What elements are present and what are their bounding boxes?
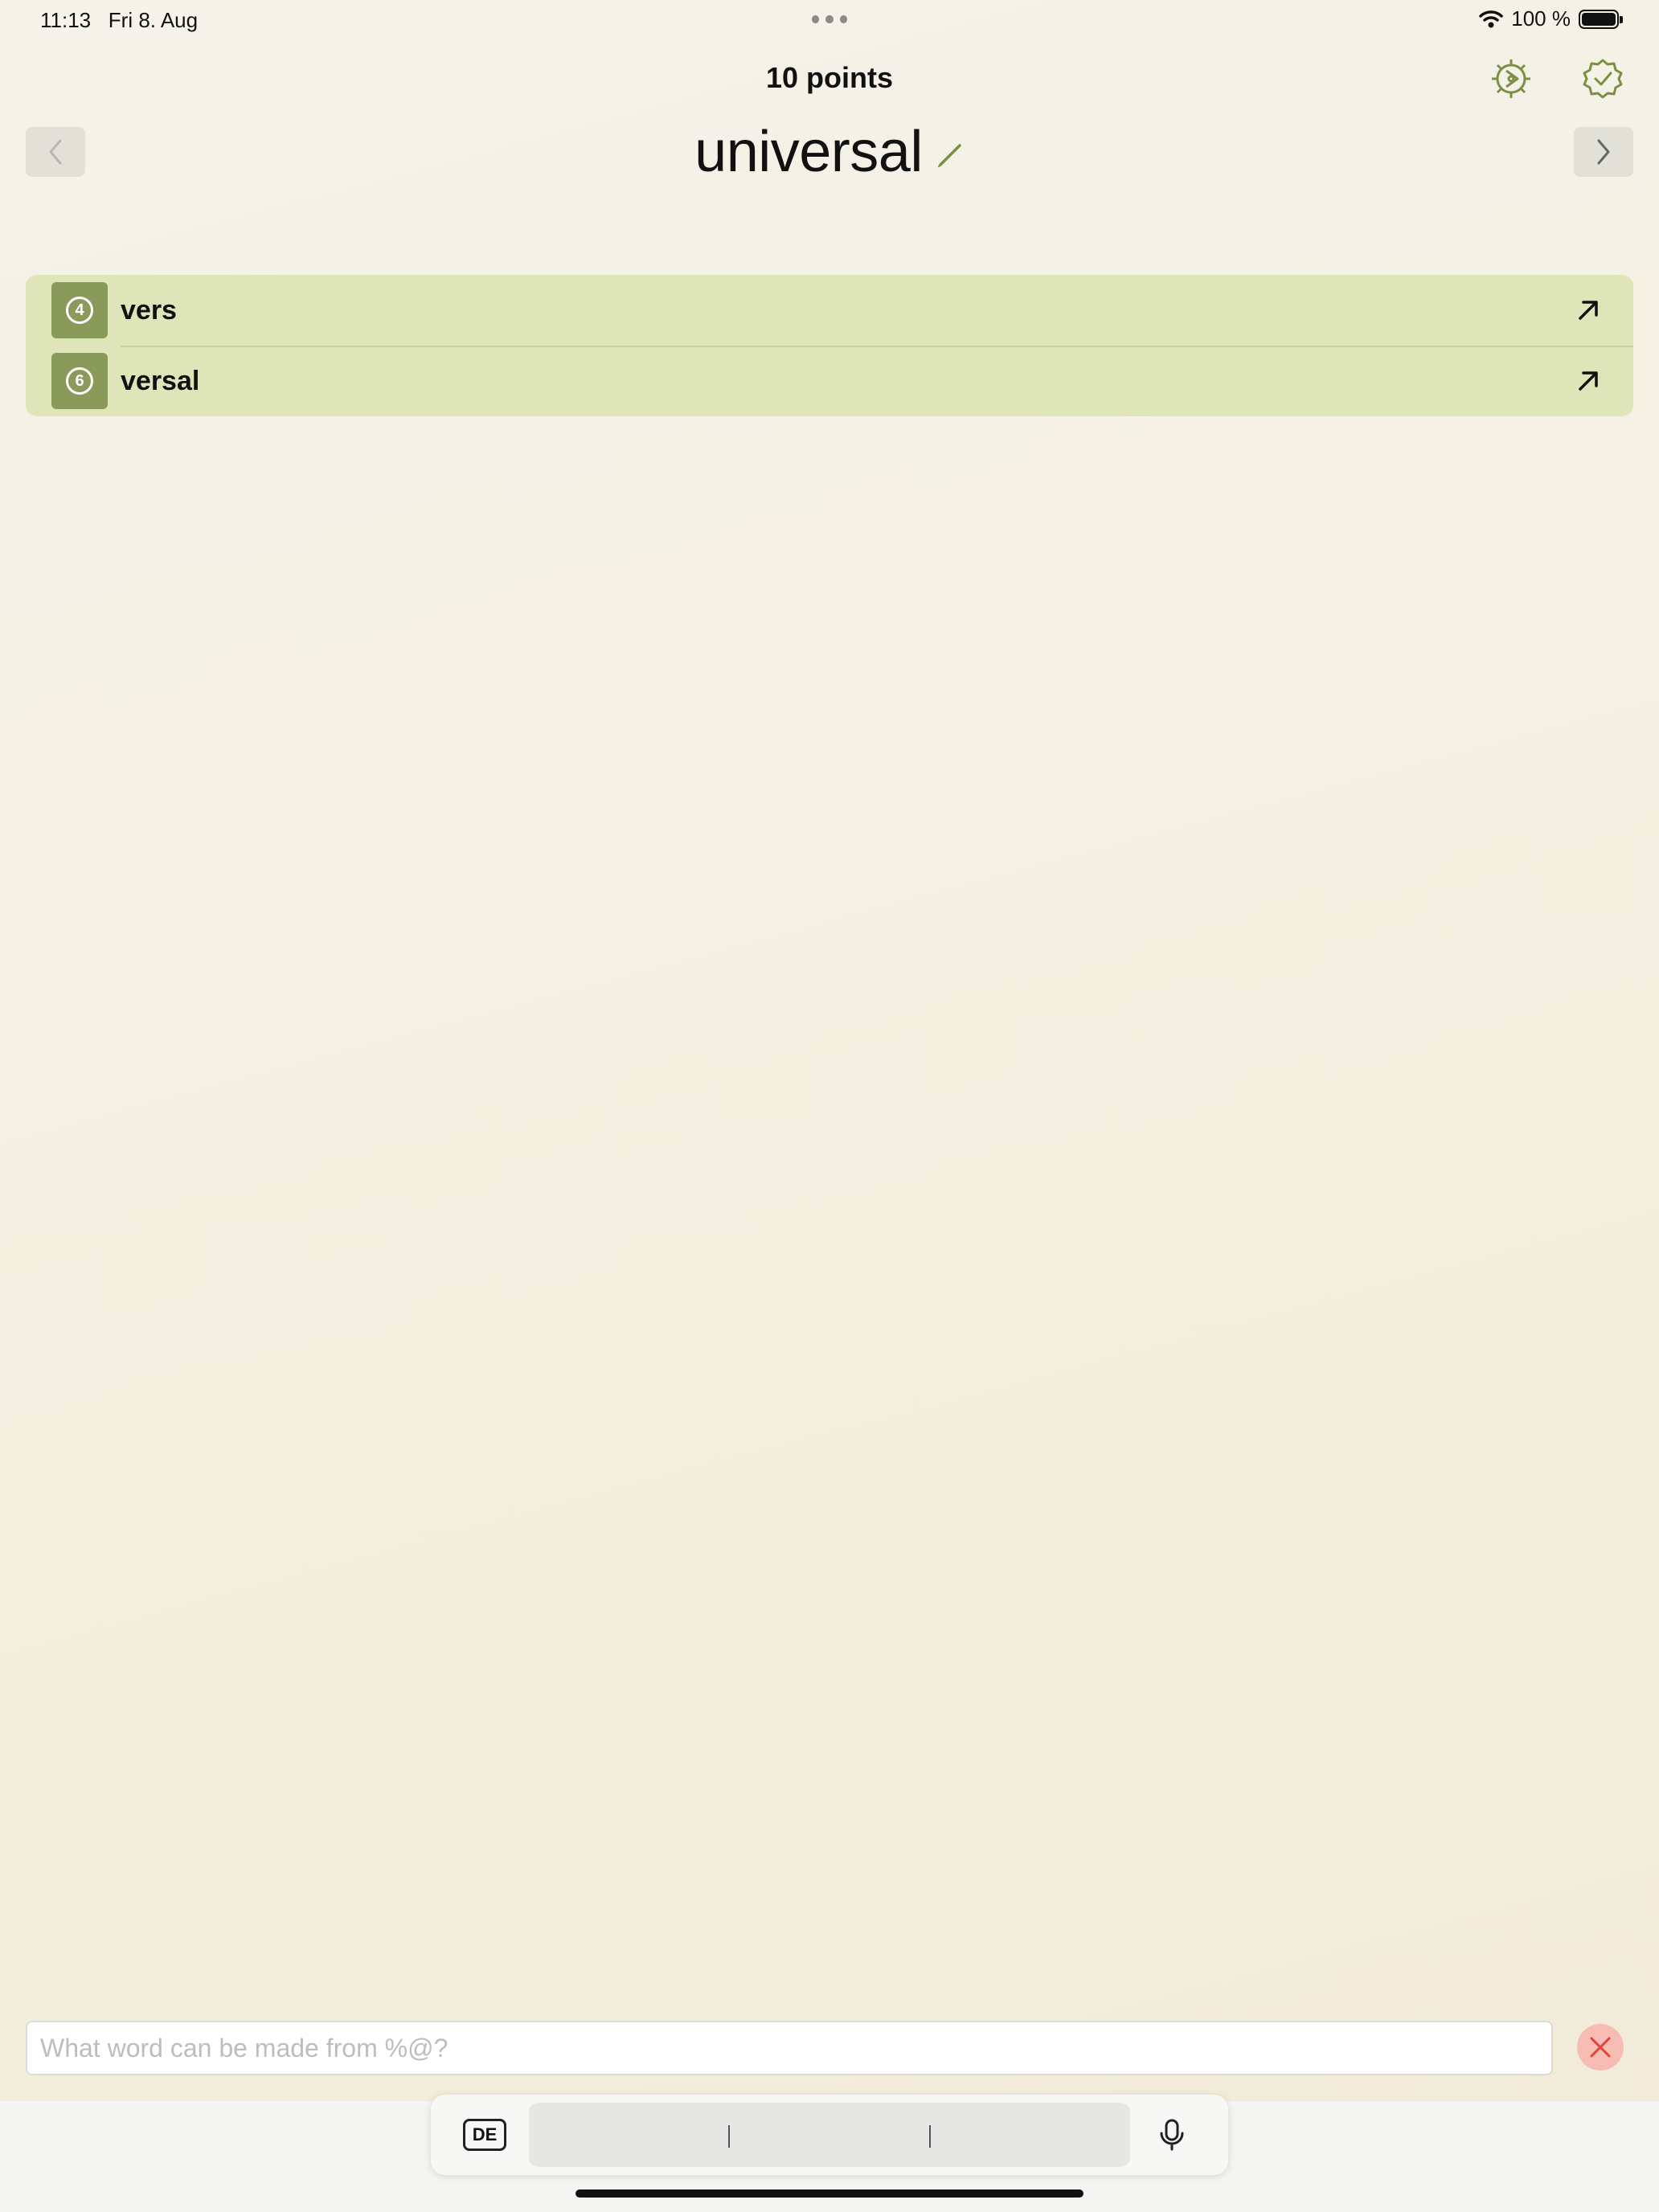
word-input[interactable] [26,2021,1553,2075]
gear-icon[interactable] [1489,56,1534,101]
found-words-list: 4 vers 6 versal [26,275,1633,416]
word-label: versal [121,365,200,396]
keyboard-shortcut-bar: DE [431,2095,1228,2175]
home-indicator[interactable] [576,2189,1083,2198]
score-badge: 4 [51,282,108,338]
word-label: vers [121,294,177,326]
list-item[interactable]: 6 versal [26,346,1633,416]
keyboard-language-button[interactable]: DE [463,2119,506,2151]
score-value: 4 [66,297,93,324]
wifi-icon [1479,10,1504,27]
battery-percent: 100 % [1511,6,1571,31]
points-label: 10 points [765,61,894,94]
page-title: universal [694,120,923,184]
score-value: 6 [66,367,93,395]
clear-button[interactable] [1577,2024,1624,2071]
score-badge: 6 [51,353,108,409]
battery-icon [1579,9,1623,29]
status-right: 100 % [1479,6,1623,31]
title-row: universal [0,119,1659,185]
battery-fill [1582,12,1616,26]
predictive-text-bar[interactable] [529,2103,1130,2167]
arrow-up-right-icon[interactable] [1572,365,1604,397]
prediction-divider [728,2125,730,2148]
prediction-divider [929,2125,931,2148]
list-item[interactable]: 4 vers [26,275,1633,346]
multitasking-dots-icon[interactable] [812,11,847,27]
arrow-up-right-icon[interactable] [1572,294,1604,326]
close-icon [1590,2037,1611,2058]
checkmark-seal-icon[interactable] [1580,56,1625,101]
microphone-icon[interactable] [1154,2117,1190,2153]
status-time-date: 11:13 Fri 8. Aug [40,8,199,32]
pencil-icon[interactable] [936,141,965,170]
